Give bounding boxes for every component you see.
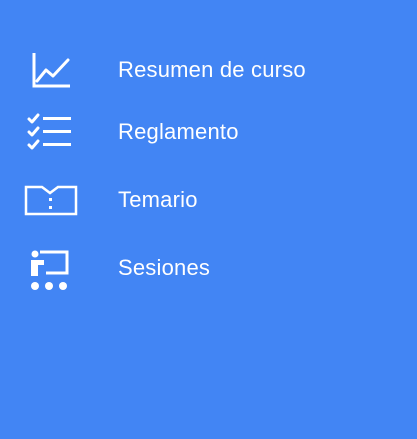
menu-item-temario[interactable]: Temario [0,172,417,228]
chart-line-icon [22,50,78,90]
checklist-icon [22,112,78,152]
menu-item-reglamento[interactable]: Reglamento [0,104,417,160]
open-book-icon [22,180,78,220]
menu-item-resumen-de-curso[interactable]: Resumen de curso [0,42,417,98]
menu-item-label: Sesiones [118,255,211,280]
menu-item-label: Resumen de curso [118,57,306,82]
menu-item-label: Temario [118,187,198,212]
presentation-icon [22,248,78,290]
side-menu: Resumen de curso Reglamento Temario Sesi… [0,0,417,439]
menu-item-label: Reglamento [118,119,239,144]
menu-item-sesiones[interactable]: Sesiones [0,240,417,296]
